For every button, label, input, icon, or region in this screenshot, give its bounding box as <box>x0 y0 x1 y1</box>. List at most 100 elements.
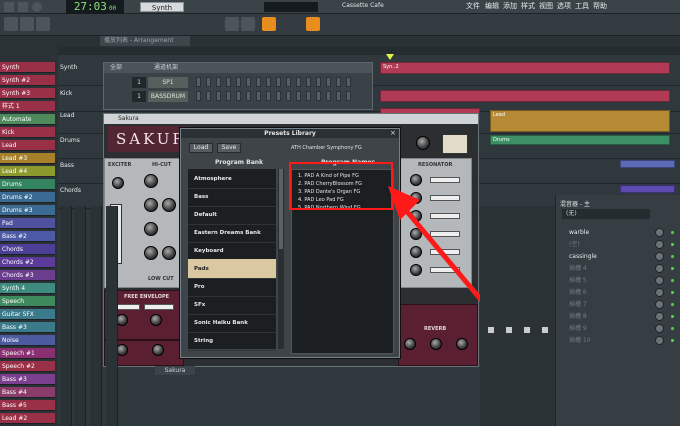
snap-icon[interactable] <box>4 17 18 31</box>
step-button[interactable] <box>296 91 301 101</box>
track-header[interactable]: Bass #4 <box>0 387 55 398</box>
step-button[interactable] <box>226 91 231 101</box>
playlist-clip[interactable]: Syn..2 <box>380 62 670 74</box>
step-button[interactable] <box>276 77 281 87</box>
close-icon[interactable]: × <box>390 130 397 137</box>
step-button[interactable] <box>316 91 321 101</box>
mixer-channel-strip[interactable] <box>106 206 118 426</box>
track-header[interactable]: Chords #3 <box>0 270 55 281</box>
step-button[interactable] <box>266 91 271 101</box>
mix-knob[interactable] <box>655 324 664 333</box>
play-button[interactable] <box>4 2 14 12</box>
step-button[interactable] <box>336 91 341 101</box>
track-header[interactable]: Kick <box>0 127 55 138</box>
step-button[interactable] <box>296 77 301 87</box>
envelope-knob[interactable] <box>150 314 162 326</box>
track-header[interactable]: Lead #2 <box>0 413 55 424</box>
step-button[interactable] <box>196 91 201 101</box>
track-header[interactable]: Synth <box>0 62 55 73</box>
step-button[interactable] <box>246 77 251 87</box>
mixer-preset-select[interactable]: (无) <box>562 209 650 219</box>
channel-name[interactable]: BASSDRUM <box>148 91 188 102</box>
song-time[interactable]: 27:03 00 <box>66 0 124 14</box>
plugin-titlebar[interactable]: Sakura <box>104 114 478 124</box>
slot-enable-led[interactable] <box>671 267 674 270</box>
track-header[interactable]: 样式 1 <box>0 101 55 112</box>
track-header[interactable]: Pad <box>0 218 55 229</box>
piano-roll-icon[interactable] <box>36 17 50 31</box>
arrangement-selector[interactable]: 播放列表 - Arrangement <box>100 36 190 46</box>
playhead-marker[interactable] <box>386 54 394 60</box>
mix-knob[interactable] <box>655 276 664 285</box>
playlist-clip[interactable] <box>620 185 675 193</box>
step-button[interactable] <box>236 77 241 87</box>
slot-enable-led[interactable] <box>671 243 674 246</box>
menu-view[interactable]: 视图 <box>539 1 553 11</box>
step-button[interactable] <box>306 77 311 87</box>
step-button[interactable] <box>256 91 261 101</box>
channel-rack-icon[interactable] <box>225 17 239 31</box>
menu-help[interactable]: 帮助 <box>593 1 607 11</box>
menu-options[interactable]: 选项 <box>557 1 571 11</box>
mixer-channel-strip[interactable] <box>60 206 72 426</box>
track-header[interactable]: Speech #1 <box>0 348 55 359</box>
fader-handle[interactable] <box>487 326 495 334</box>
track-header[interactable]: Bass #2 <box>0 231 55 242</box>
track-header[interactable]: Chords <box>0 244 55 255</box>
mix-knob[interactable] <box>655 300 664 309</box>
track-header[interactable]: Automate <box>0 114 55 125</box>
mixer-slot[interactable]: 插槽 7 <box>560 299 676 310</box>
program-bank-item[interactable]: Eastern Dreams Bank <box>188 223 276 243</box>
mixer-slot[interactable]: cassingle <box>560 251 676 262</box>
track-header[interactable]: Synth #2 <box>0 75 55 86</box>
playlist-clip[interactable]: Lead <box>490 110 670 132</box>
slot-enable-led[interactable] <box>671 231 674 234</box>
program-bank-item[interactable]: Keyboard <box>188 241 276 261</box>
mixer-channel-strip[interactable] <box>90 206 102 426</box>
track-header[interactable]: Bass #3 <box>0 322 55 333</box>
menu-edit[interactable]: 编辑 <box>485 1 499 11</box>
presets-title[interactable]: Presets Library <box>181 129 399 138</box>
browser-icon[interactable] <box>262 17 276 31</box>
step-button[interactable] <box>266 77 271 87</box>
knob[interactable] <box>162 246 176 260</box>
slot-enable-led[interactable] <box>671 303 674 306</box>
step-button[interactable] <box>346 91 351 101</box>
step-button[interactable] <box>246 91 251 101</box>
mixer-slot[interactable]: 插槽 5 <box>560 275 676 286</box>
knob[interactable] <box>162 198 176 212</box>
track-header[interactable]: Bass #5 <box>0 400 55 411</box>
program-bank-item[interactable]: Atmosphere <box>188 169 276 189</box>
envelope-slider[interactable] <box>144 304 174 310</box>
step-button[interactable] <box>326 91 331 101</box>
playlist-clip[interactable] <box>620 160 675 168</box>
record-button[interactable] <box>32 2 42 12</box>
knob[interactable] <box>144 222 158 236</box>
mix-knob[interactable] <box>655 240 664 249</box>
track-header[interactable]: Lead #4 <box>0 166 55 177</box>
step-button[interactable] <box>206 91 211 101</box>
mixer-slot[interactable]: 插槽 8 <box>560 311 676 322</box>
step-button[interactable] <box>216 91 221 101</box>
step-button[interactable] <box>316 77 321 87</box>
step-button[interactable] <box>286 91 291 101</box>
step-button[interactable] <box>196 77 201 87</box>
step-button[interactable] <box>216 77 221 87</box>
mix-knob[interactable] <box>655 288 664 297</box>
track-header[interactable]: Drums #3 <box>0 205 55 216</box>
track-header[interactable]: Bass #3 <box>0 374 55 385</box>
stop-button[interactable] <box>18 2 28 12</box>
mix-knob[interactable] <box>655 312 664 321</box>
playlist-icon[interactable] <box>20 17 34 31</box>
track-header[interactable]: Synth #3 <box>0 88 55 99</box>
track-header[interactable]: Synth 4 <box>0 283 55 294</box>
track-header[interactable]: Lead <box>0 140 55 151</box>
timeline-ruler[interactable] <box>58 47 680 55</box>
menu-file[interactable]: 文件 <box>466 1 480 11</box>
mixer-slot[interactable]: 插槽 4 <box>560 263 676 274</box>
mix-knob[interactable] <box>655 336 664 345</box>
track-header[interactable]: Drums #2 <box>0 192 55 203</box>
channel-rack-title[interactable]: 全部 通道机架 <box>104 63 372 73</box>
channel-mixer-track[interactable]: 1 <box>132 91 146 102</box>
channel-mixer-track[interactable]: 1 <box>132 77 146 88</box>
